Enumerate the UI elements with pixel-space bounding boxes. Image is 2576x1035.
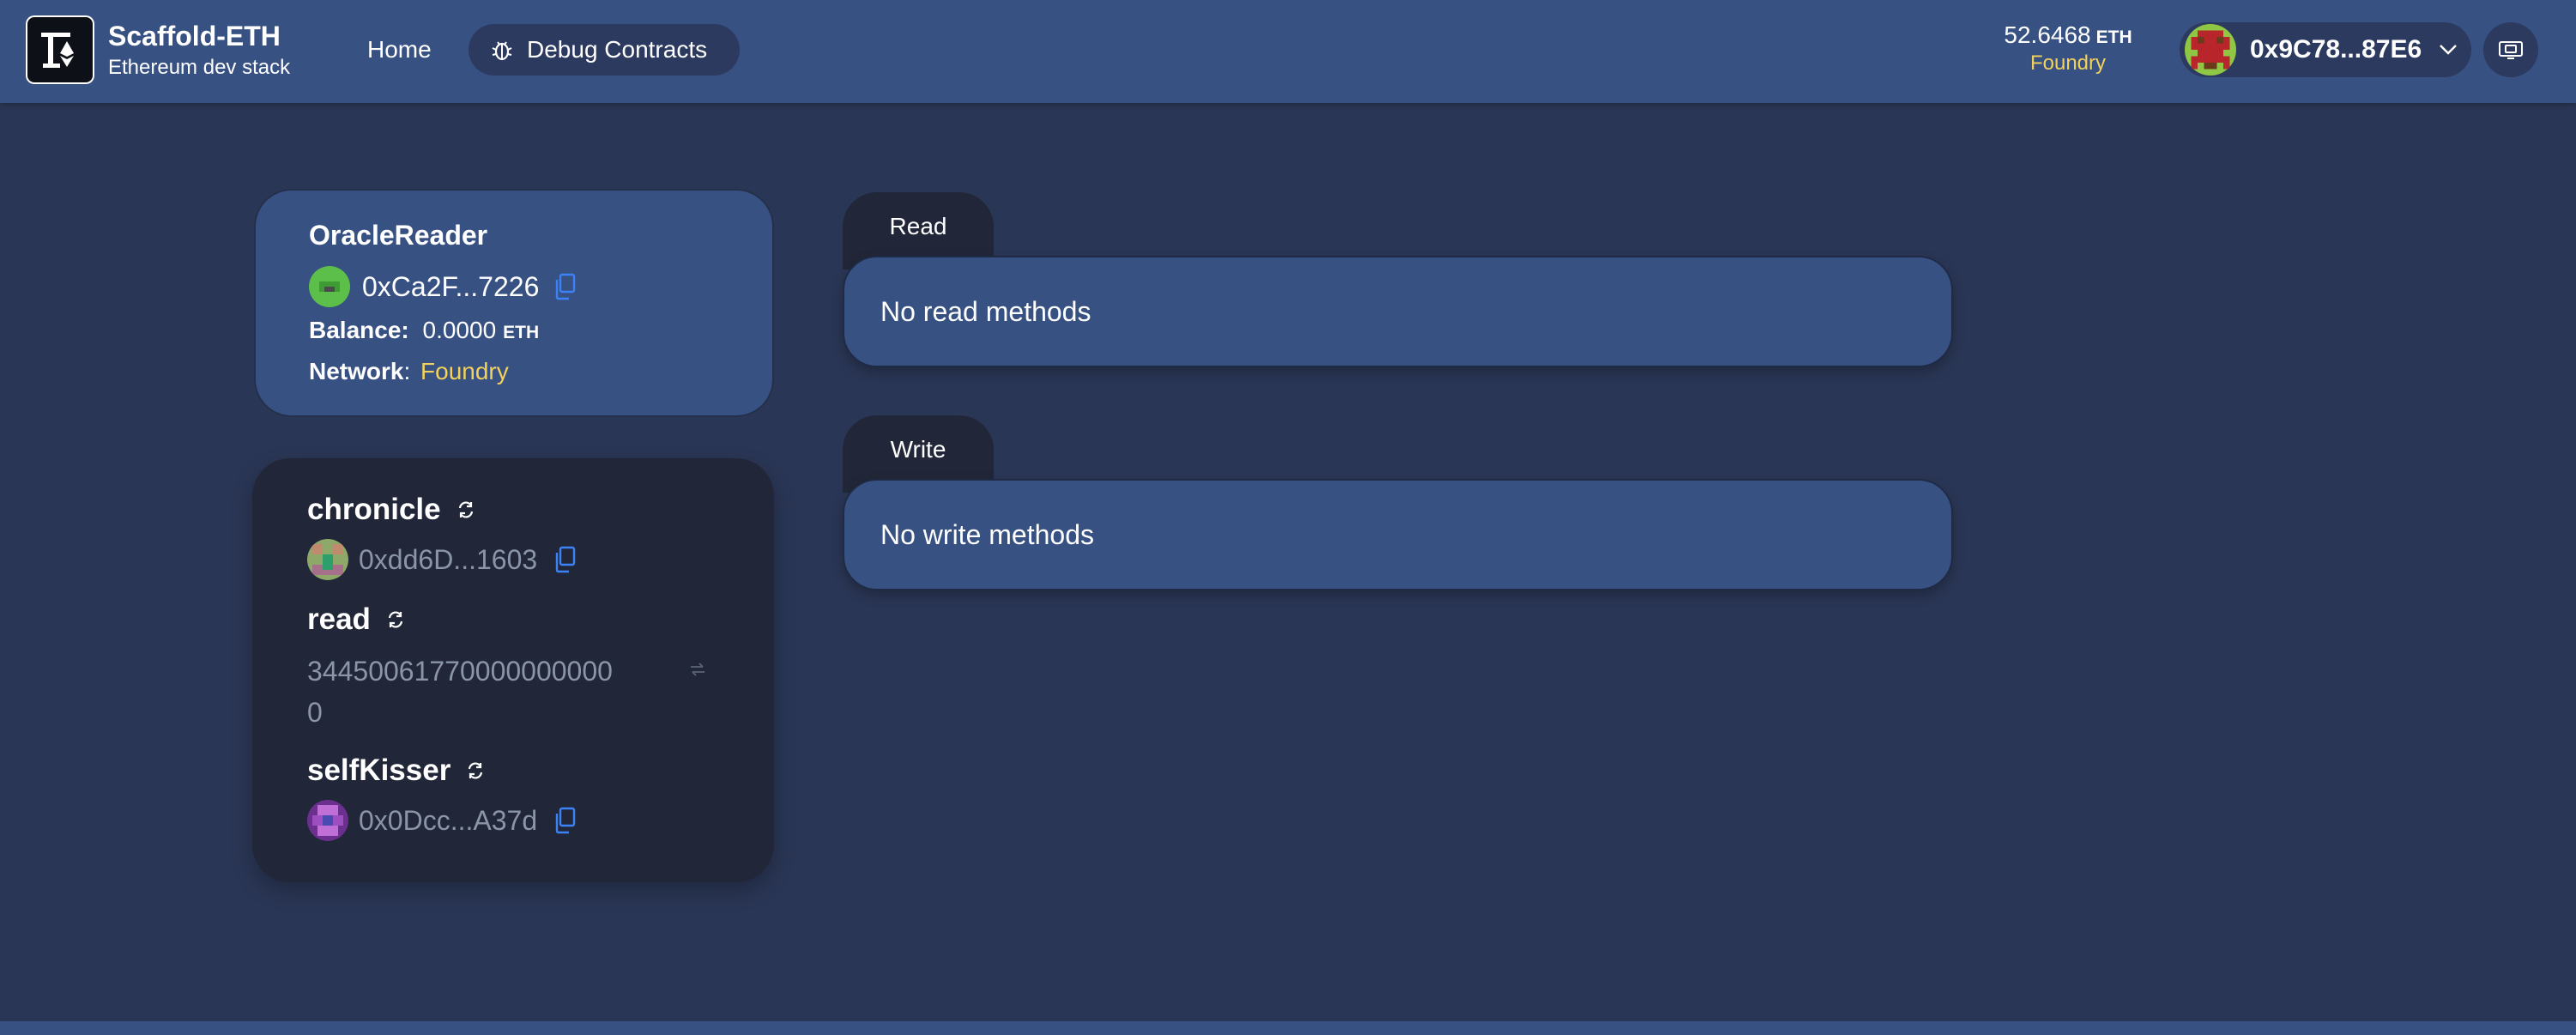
- convert-units-icon[interactable]: [688, 661, 707, 678]
- contract-address-avatar: [309, 266, 350, 307]
- brand-subtitle: Ethereum dev stack: [108, 56, 291, 79]
- contract-variables-card: chronicle 0xdd6D...1603 read 34450061770…: [252, 458, 774, 882]
- variable-read: read: [307, 602, 405, 637]
- variable-name: selfKisser: [307, 754, 451, 787]
- write-empty-text: No write methods: [880, 518, 1094, 550]
- write-methods-panel: No write methods: [843, 479, 1953, 590]
- bug-icon: [492, 41, 512, 61]
- copy-icon[interactable]: [553, 807, 577, 834]
- contract-network-row: Network: Foundry: [309, 358, 509, 385]
- scaffold-eth-logo[interactable]: [26, 15, 94, 84]
- address-avatar: [307, 539, 348, 580]
- variable-name: read: [307, 602, 371, 636]
- nav-debug-label: Debug Contracts: [527, 36, 708, 63]
- wallet-balance-unit: ETH: [2095, 27, 2132, 47]
- footer-strip: [0, 1021, 2576, 1035]
- variable-value-line1: 34450061770000000000: [307, 656, 613, 687]
- address-avatar: [307, 800, 348, 841]
- variable-address-row: 0x0Dcc...A37d: [307, 800, 577, 841]
- wallet-balance[interactable]: 52.6468 ETH: [1965, 21, 2171, 49]
- contract-name: OracleReader: [309, 220, 488, 251]
- balance-unit: ETH: [503, 323, 540, 342]
- contract-address-row: 0xCa2F...7226: [309, 266, 577, 307]
- network-colon: :: [403, 358, 411, 384]
- nav-home-label: Home: [367, 36, 432, 63]
- qr-code-icon: [2499, 41, 2523, 59]
- wallet-balance-amount: 52.6468: [2004, 21, 2091, 48]
- variable-address-row: 0xdd6D...1603: [307, 539, 577, 580]
- refresh-icon[interactable]: [466, 761, 485, 780]
- contract-info-card: OracleReader 0xCa2F...7226 Balance: 0.00…: [254, 189, 774, 417]
- contract-address[interactable]: 0xCa2F...7226: [362, 271, 539, 303]
- read-empty-text: No read methods: [880, 295, 1091, 327]
- contract-balance-row: Balance: 0.0000 ETH: [309, 317, 539, 344]
- brand-title: Scaffold-ETH: [108, 21, 281, 51]
- network-label: Network: [309, 358, 404, 384]
- copy-icon[interactable]: [553, 273, 577, 300]
- variable-name: chronicle: [307, 493, 441, 526]
- account-dropdown-button[interactable]: 0x9C78...87E6: [2180, 22, 2471, 77]
- network-value: Foundry: [420, 358, 509, 384]
- variable-selfkisser: selfKisser: [307, 754, 485, 788]
- variable-address[interactable]: 0xdd6D...1603: [359, 544, 537, 576]
- nav-debug-contracts-link[interactable]: Debug Contracts: [469, 24, 740, 76]
- balance-label: Balance:: [309, 317, 409, 343]
- crane-eth-icon: [41, 33, 74, 68]
- logo-mark: [27, 17, 93, 82]
- chevron-down-icon: [2440, 45, 2458, 55]
- refresh-icon[interactable]: [386, 610, 405, 629]
- wallet-network: Foundry: [2029, 51, 2107, 75]
- top-navbar: Scaffold-ETH Ethereum dev stack Home Deb…: [0, 0, 2576, 103]
- balance-value: 0.0000: [422, 317, 497, 343]
- variable-chronicle: chronicle: [307, 493, 475, 527]
- copy-icon[interactable]: [553, 546, 577, 573]
- nav-home-link[interactable]: Home: [352, 24, 447, 76]
- variable-value-line2: 0: [307, 697, 323, 728]
- account-address: 0x9C78...87E6: [2250, 35, 2422, 64]
- account-avatar: [2185, 24, 2236, 76]
- qr-code-button[interactable]: [2483, 22, 2538, 77]
- variable-address[interactable]: 0x0Dcc...A37d: [359, 805, 537, 837]
- read-methods-panel: No read methods: [843, 256, 1953, 367]
- refresh-icon[interactable]: [457, 500, 475, 519]
